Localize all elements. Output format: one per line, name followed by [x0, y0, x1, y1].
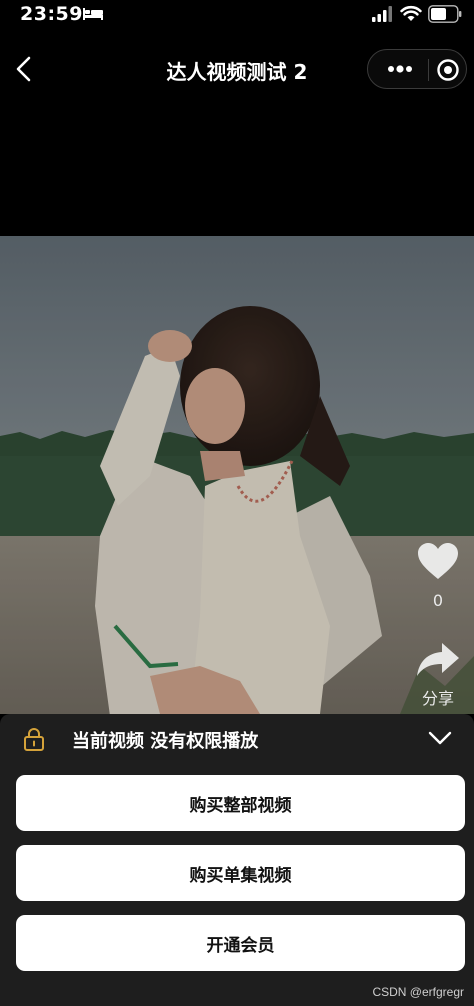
more-dots-icon [388, 65, 412, 73]
video-player[interactable]: 0 分享 [0, 236, 474, 714]
capsule-divider [428, 59, 429, 81]
like-button[interactable] [416, 541, 460, 581]
buy-all-episodes-label: 购买整部视频 [189, 795, 292, 816]
buy-single-episode-label: 购买单集视频 [189, 865, 292, 886]
nav-bar: 达人视频测试 2 [0, 40, 474, 98]
chevron-down-icon [428, 731, 452, 745]
share-label: 分享 [421, 689, 454, 708]
heart-icon [418, 543, 458, 579]
miniprogram-capsule [367, 49, 467, 89]
share-arrow-icon [417, 643, 459, 676]
status-bar: 23:59 [0, 0, 474, 30]
more-button[interactable] [380, 54, 420, 84]
like-count: 0 [432, 591, 444, 610]
open-membership-label: 开通会员 [206, 935, 275, 956]
target-circle-icon [437, 59, 459, 81]
lock-icon [24, 728, 44, 751]
bed-icon [83, 8, 103, 20]
battery-icon [428, 5, 462, 23]
buy-all-episodes-button[interactable]: 购买整部视频 [16, 775, 465, 831]
buy-single-episode-button[interactable]: 购买单集视频 [16, 845, 465, 901]
paywall-panel: 当前视频 没有权限播放 购买整部视频 购买单集视频 开通会员 CSDN @erf… [0, 714, 474, 1006]
collapse-button[interactable] [426, 728, 454, 748]
close-miniprogram-button[interactable] [436, 58, 460, 82]
watermark: CSDN @erfgregr [372, 985, 464, 999]
video-cover-image [0, 236, 474, 714]
wifi-icon [400, 5, 422, 21]
cellular-signal-icon [372, 6, 392, 22]
status-time: 23:59 [20, 3, 83, 25]
permission-notice: 当前视频 没有权限播放 [72, 731, 259, 752]
open-membership-button[interactable]: 开通会员 [16, 915, 465, 971]
share-button[interactable] [415, 641, 461, 679]
